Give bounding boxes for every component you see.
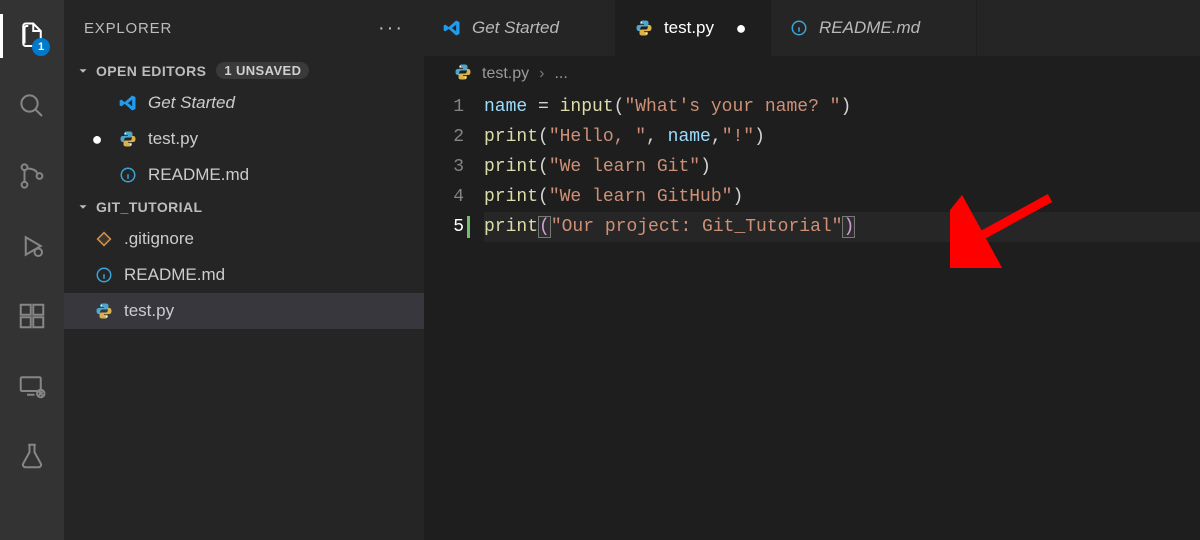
file-label: README.md <box>148 165 249 185</box>
activity-bar: 1 <box>0 0 64 540</box>
activity-remote[interactable] <box>0 362 64 410</box>
gutter: 12345 <box>424 92 484 540</box>
line-number: 1 <box>424 92 464 122</box>
source-control-icon <box>17 161 47 191</box>
code-line[interactable]: print("Hello, ", name,"!") <box>484 122 1200 152</box>
code-content[interactable]: name = input("What's your name? ")print(… <box>484 92 1200 540</box>
activity-search[interactable] <box>0 82 64 130</box>
info-icon <box>94 265 114 285</box>
modified-dot-icon: ● <box>736 18 747 39</box>
file-label: Get Started <box>148 93 235 113</box>
file-label: test.py <box>124 301 174 321</box>
python-icon <box>118 129 138 149</box>
code-editor[interactable]: 12345 name = input("What's your name? ")… <box>424 92 1200 540</box>
file-tree-item[interactable]: .gitignore <box>64 221 424 257</box>
breadcrumb[interactable]: test.py › ... <box>424 56 1200 92</box>
search-icon <box>17 91 47 121</box>
sidebar-header: EXPLORER ··· <box>64 0 424 56</box>
open-editor-item[interactable]: Get Started <box>64 85 424 121</box>
code-line[interactable]: print("We learn GitHub") <box>484 182 1200 212</box>
sidebar: EXPLORER ··· OPEN EDITORS 1 UNSAVED Get … <box>64 0 424 540</box>
sidebar-title: EXPLORER <box>84 20 172 37</box>
modified-dot-icon: ● <box>86 129 108 150</box>
activity-explorer[interactable]: 1 <box>0 12 64 60</box>
line-number: 3 <box>424 152 464 182</box>
editor-tab[interactable]: test.py ● <box>616 0 771 56</box>
vscode-icon <box>442 18 462 38</box>
open-editor-item[interactable]: ● test.py <box>64 121 424 157</box>
chevron-down-icon <box>74 200 92 214</box>
debug-icon <box>17 231 47 261</box>
activity-testing[interactable] <box>0 432 64 480</box>
editor-tab[interactable]: README.md <box>771 0 977 56</box>
info-icon <box>789 18 809 38</box>
open-editors-header[interactable]: OPEN EDITORS 1 UNSAVED <box>64 56 424 85</box>
activity-scm[interactable] <box>0 152 64 200</box>
tab-bar: Get Started test.py ● README.md <box>424 0 1200 56</box>
open-editors-label: OPEN EDITORS <box>96 63 206 79</box>
chevron-right-icon: › <box>539 65 544 83</box>
file-label: .gitignore <box>124 229 194 249</box>
python-icon <box>94 301 114 321</box>
breadcrumb-rest: ... <box>554 65 567 83</box>
tab-label: Get Started <box>472 18 559 38</box>
folder-label: GIT_TUTORIAL <box>96 199 202 215</box>
open-editor-item[interactable]: README.md <box>64 157 424 193</box>
tab-label: test.py <box>664 18 714 38</box>
remote-icon <box>17 371 47 401</box>
sidebar-more-icon[interactable]: ··· <box>378 17 404 40</box>
vscode-icon <box>118 93 138 113</box>
editor-tab[interactable]: Get Started <box>424 0 616 56</box>
chevron-down-icon <box>74 64 92 78</box>
file-label: README.md <box>124 265 225 285</box>
file-tree-item[interactable]: README.md <box>64 257 424 293</box>
line-number: 4 <box>424 182 464 212</box>
line-number: 5 <box>424 212 464 242</box>
activity-extensions[interactable] <box>0 292 64 340</box>
git-icon <box>94 229 114 249</box>
unsaved-badge: 1 UNSAVED <box>216 62 309 79</box>
file-label: test.py <box>148 129 198 149</box>
explorer-badge: 1 <box>32 38 50 56</box>
extensions-icon <box>17 301 47 331</box>
python-icon <box>454 63 472 86</box>
activity-debug[interactable] <box>0 222 64 270</box>
folder-header[interactable]: GIT_TUTORIAL <box>64 193 424 221</box>
code-line[interactable]: print("Our project: Git_Tutorial") <box>484 212 1200 242</box>
file-tree-item[interactable]: test.py <box>64 293 424 329</box>
code-line[interactable]: print("We learn Git") <box>484 152 1200 182</box>
code-line[interactable]: name = input("What's your name? ") <box>484 92 1200 122</box>
info-icon <box>118 165 138 185</box>
tab-label: README.md <box>819 18 920 38</box>
breadcrumb-file: test.py <box>482 65 529 83</box>
line-number: 2 <box>424 122 464 152</box>
python-icon <box>634 18 654 38</box>
beaker-icon <box>17 441 47 471</box>
editor-area: Get Started test.py ● README.md test.py › .… <box>424 0 1200 540</box>
